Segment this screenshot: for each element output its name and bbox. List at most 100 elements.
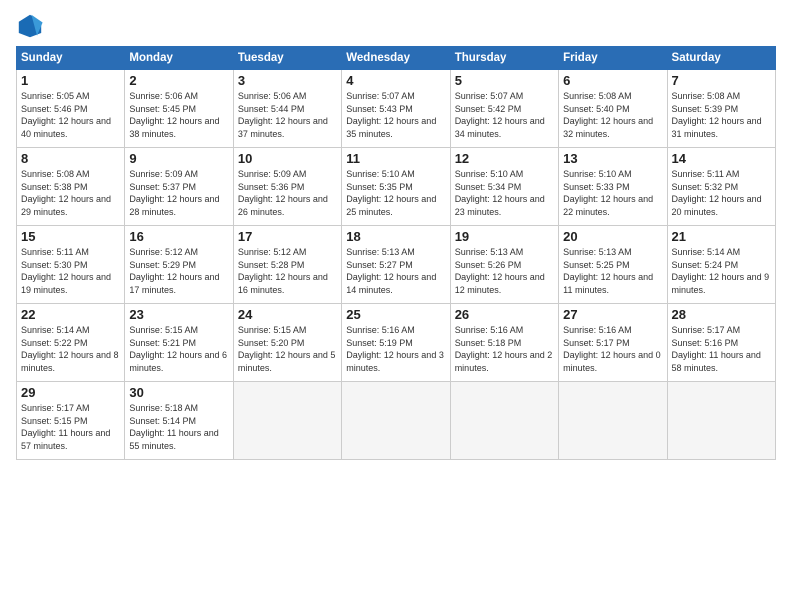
day-cell: 1Sunrise: 5:05 AMSunset: 5:46 PMDaylight… [17,70,125,148]
day-details: Sunrise: 5:16 AMSunset: 5:19 PMDaylight:… [346,325,444,373]
day-details: Sunrise: 5:13 AMSunset: 5:25 PMDaylight:… [563,247,653,295]
day-cell: 4 Sunrise: 5:07 AMSunset: 5:43 PMDaylight… [342,70,450,148]
logo-icon [16,12,44,40]
day-details: Sunrise: 5:17 AMSunset: 5:16 PMDaylight:… [672,325,761,373]
day-cell: 14 Sunrise: 5:11 AMSunset: 5:32 PMDayligh… [667,148,775,226]
day-number: 6 [563,73,662,88]
week-row-2: 8 Sunrise: 5:08 AMSunset: 5:38 PMDaylight… [17,148,776,226]
day-details: Sunrise: 5:09 AMSunset: 5:37 PMDaylight:… [129,169,219,217]
day-number: 13 [563,151,662,166]
day-details: Sunrise: 5:16 AMSunset: 5:18 PMDaylight:… [455,325,553,373]
day-number: 23 [129,307,228,322]
calendar-table: SundayMondayTuesdayWednesdayThursdayFrid… [16,46,776,460]
day-cell [559,382,667,460]
day-details: Sunrise: 5:15 AMSunset: 5:21 PMDaylight:… [129,325,227,373]
col-header-sunday: Sunday [17,47,125,70]
day-cell: 3Sunrise: 5:06 AMSunset: 5:44 PMDaylight… [233,70,341,148]
day-details: Sunrise: 5:17 AMSunset: 5:15 PMDaylight:… [21,403,110,451]
col-header-tuesday: Tuesday [233,47,341,70]
day-cell: 25Sunrise: 5:16 AMSunset: 5:19 PMDayligh… [342,304,450,382]
day-number: 1 [21,73,120,88]
day-cell: 26Sunrise: 5:16 AMSunset: 5:18 PMDayligh… [450,304,558,382]
day-number: 30 [129,385,228,400]
day-cell: 5 Sunrise: 5:07 AMSunset: 5:42 PMDaylight… [450,70,558,148]
day-cell: 30 Sunrise: 5:18 AMSunset: 5:14 PMDayligh… [125,382,233,460]
day-cell: 18Sunrise: 5:13 AMSunset: 5:27 PMDayligh… [342,226,450,304]
day-number: 19 [455,229,554,244]
day-cell: 12Sunrise: 5:10 AMSunset: 5:34 PMDayligh… [450,148,558,226]
day-details: Sunrise: 5:12 AMSunset: 5:28 PMDaylight:… [238,247,328,295]
col-header-friday: Friday [559,47,667,70]
day-cell: 6 Sunrise: 5:08 AMSunset: 5:40 PMDaylight… [559,70,667,148]
day-cell [342,382,450,460]
week-row-1: 1Sunrise: 5:05 AMSunset: 5:46 PMDaylight… [17,70,776,148]
day-number: 10 [238,151,337,166]
col-header-monday: Monday [125,47,233,70]
day-cell [450,382,558,460]
day-details: Sunrise: 5:15 AMSunset: 5:20 PMDaylight:… [238,325,336,373]
day-number: 8 [21,151,120,166]
day-details: Sunrise: 5:07 AMSunset: 5:42 PMDaylight:… [455,91,545,139]
logo [16,12,48,40]
day-number: 18 [346,229,445,244]
day-details: Sunrise: 5:10 AMSunset: 5:34 PMDaylight:… [455,169,545,217]
day-details: Sunrise: 5:16 AMSunset: 5:17 PMDaylight:… [563,325,661,373]
day-cell: 11Sunrise: 5:10 AMSunset: 5:35 PMDayligh… [342,148,450,226]
day-details: Sunrise: 5:11 AMSunset: 5:32 PMDaylight:… [672,169,762,217]
day-number: 15 [21,229,120,244]
day-details: Sunrise: 5:14 AMSunset: 5:22 PMDaylight:… [21,325,119,373]
day-cell: 23 Sunrise: 5:15 AMSunset: 5:21 PMDayligh… [125,304,233,382]
day-cell: 22 Sunrise: 5:14 AMSunset: 5:22 PMDayligh… [17,304,125,382]
day-number: 2 [129,73,228,88]
day-details: Sunrise: 5:10 AMSunset: 5:35 PMDaylight:… [346,169,436,217]
day-number: 14 [672,151,771,166]
day-details: Sunrise: 5:18 AMSunset: 5:14 PMDaylight:… [129,403,218,451]
day-cell: 24 Sunrise: 5:15 AMSunset: 5:20 PMDayligh… [233,304,341,382]
day-details: Sunrise: 5:12 AMSunset: 5:29 PMDaylight:… [129,247,219,295]
day-cell: 16 Sunrise: 5:12 AMSunset: 5:29 PMDayligh… [125,226,233,304]
day-number: 27 [563,307,662,322]
day-cell [667,382,775,460]
day-cell: 9 Sunrise: 5:09 AMSunset: 5:37 PMDaylight… [125,148,233,226]
day-details: Sunrise: 5:13 AMSunset: 5:26 PMDaylight:… [455,247,545,295]
day-details: Sunrise: 5:08 AMSunset: 5:39 PMDaylight:… [672,91,762,139]
day-cell: 17 Sunrise: 5:12 AMSunset: 5:28 PMDayligh… [233,226,341,304]
day-number: 4 [346,73,445,88]
day-details: Sunrise: 5:06 AMSunset: 5:44 PMDaylight:… [238,91,328,139]
day-number: 16 [129,229,228,244]
day-cell [233,382,341,460]
day-details: Sunrise: 5:14 AMSunset: 5:24 PMDaylight:… [672,247,770,295]
col-header-saturday: Saturday [667,47,775,70]
day-number: 24 [238,307,337,322]
day-number: 28 [672,307,771,322]
main-container: SundayMondayTuesdayWednesdayThursdayFrid… [0,0,792,468]
week-row-3: 15 Sunrise: 5:11 AMSunset: 5:30 PMDayligh… [17,226,776,304]
day-number: 29 [21,385,120,400]
day-number: 22 [21,307,120,322]
header-row [16,12,776,40]
day-number: 5 [455,73,554,88]
day-number: 17 [238,229,337,244]
day-number: 21 [672,229,771,244]
col-header-thursday: Thursday [450,47,558,70]
day-cell: 28 Sunrise: 5:17 AMSunset: 5:16 PMDayligh… [667,304,775,382]
day-cell: 27 Sunrise: 5:16 AMSunset: 5:17 PMDayligh… [559,304,667,382]
day-cell: 15 Sunrise: 5:11 AMSunset: 5:30 PMDayligh… [17,226,125,304]
day-cell: 2 Sunrise: 5:06 AMSunset: 5:45 PMDaylight… [125,70,233,148]
day-details: Sunrise: 5:10 AMSunset: 5:33 PMDaylight:… [563,169,653,217]
week-row-4: 22 Sunrise: 5:14 AMSunset: 5:22 PMDayligh… [17,304,776,382]
day-details: Sunrise: 5:08 AMSunset: 5:38 PMDaylight:… [21,169,111,217]
col-header-wednesday: Wednesday [342,47,450,70]
day-details: Sunrise: 5:09 AMSunset: 5:36 PMDaylight:… [238,169,328,217]
day-cell: 19 Sunrise: 5:13 AMSunset: 5:26 PMDayligh… [450,226,558,304]
day-details: Sunrise: 5:07 AMSunset: 5:43 PMDaylight:… [346,91,436,139]
day-cell: 20Sunrise: 5:13 AMSunset: 5:25 PMDayligh… [559,226,667,304]
day-cell: 7Sunrise: 5:08 AMSunset: 5:39 PMDaylight… [667,70,775,148]
day-number: 9 [129,151,228,166]
day-details: Sunrise: 5:11 AMSunset: 5:30 PMDaylight:… [21,247,111,295]
header-row-days: SundayMondayTuesdayWednesdayThursdayFrid… [17,47,776,70]
day-details: Sunrise: 5:06 AMSunset: 5:45 PMDaylight:… [129,91,219,139]
day-cell: 21 Sunrise: 5:14 AMSunset: 5:24 PMDayligh… [667,226,775,304]
day-details: Sunrise: 5:08 AMSunset: 5:40 PMDaylight:… [563,91,653,139]
week-row-5: 29 Sunrise: 5:17 AMSunset: 5:15 PMDayligh… [17,382,776,460]
